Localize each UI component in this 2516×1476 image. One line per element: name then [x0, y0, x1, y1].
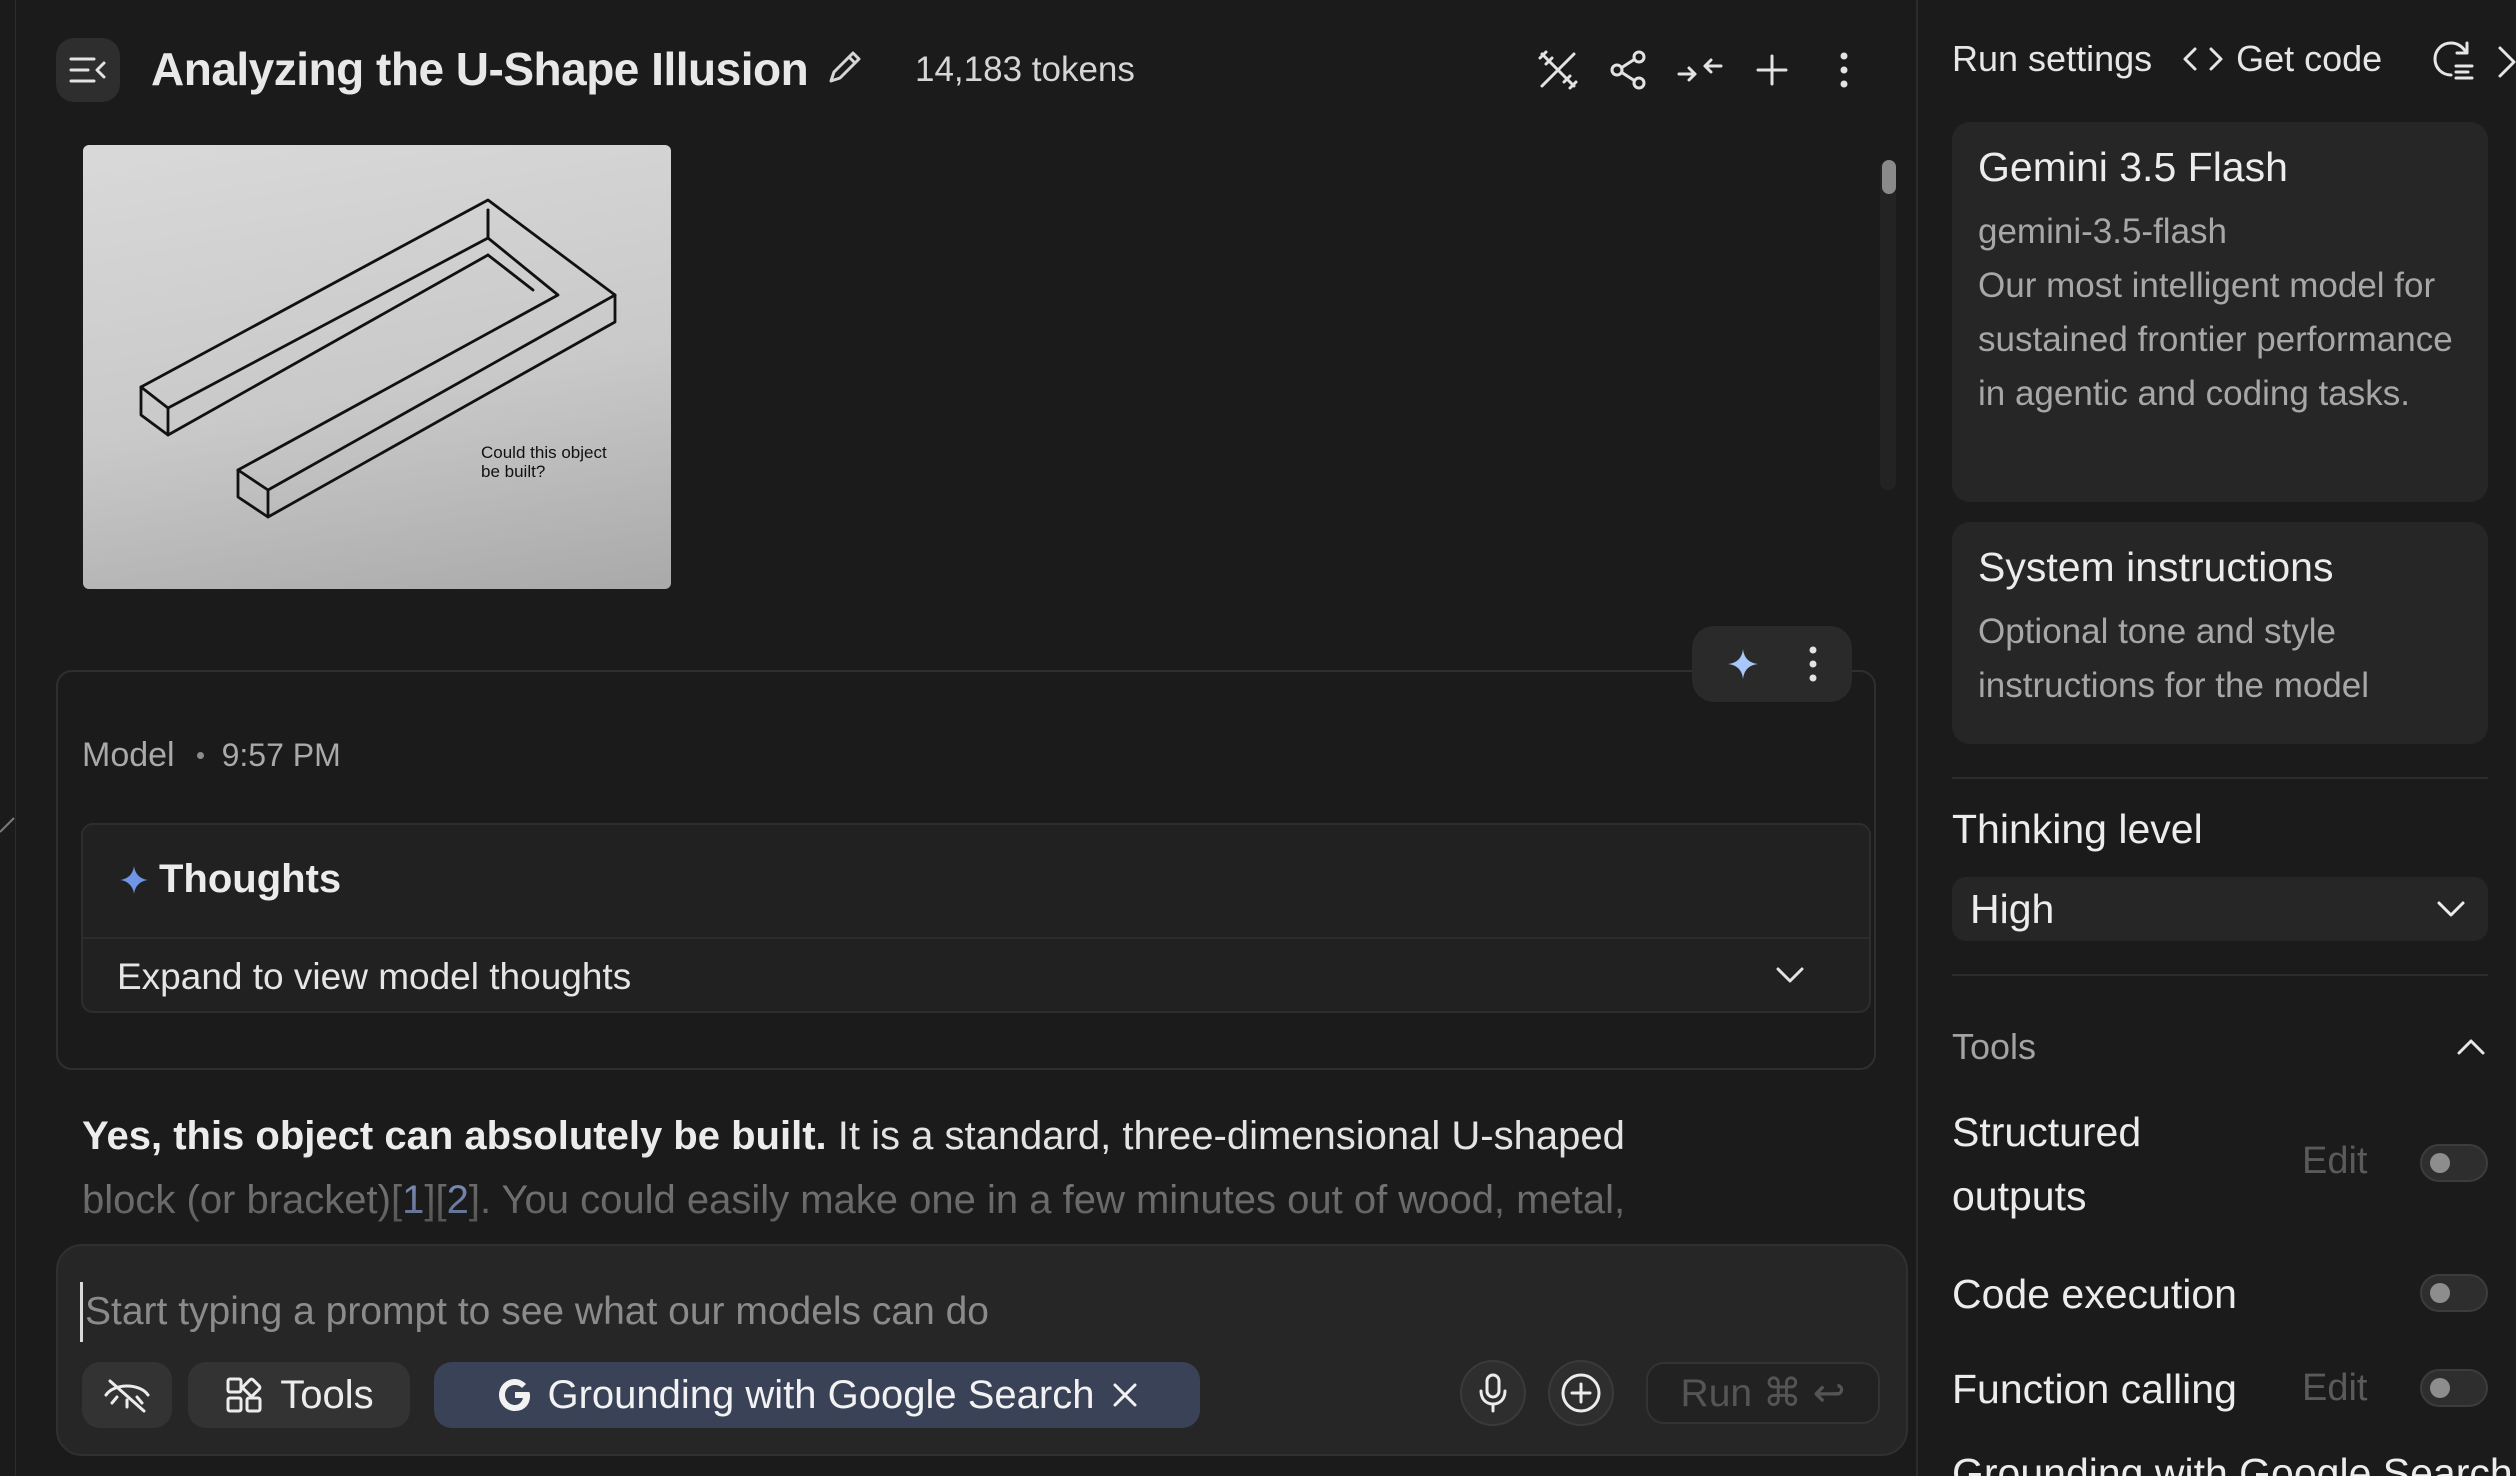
grounding-label: Grounding with Google Search: [547, 1372, 1095, 1417]
share-icon: [1610, 50, 1646, 90]
tool-label: Function calling: [1952, 1366, 2237, 1412]
divider: [83, 937, 1869, 939]
close-icon[interactable]: [1109, 1379, 1141, 1411]
more-vertical-icon[interactable]: [1807, 644, 1819, 684]
collapse-menu-button[interactable]: [56, 38, 120, 102]
more-vertical-icon: [1840, 52, 1848, 88]
reset-settings-icon[interactable]: [2430, 38, 2476, 84]
function-calling-toggle[interactable]: [2420, 1369, 2488, 1407]
prompt-composer: Tools Grounding with Google Search: [56, 1244, 1908, 1456]
left-gutter: [0, 0, 16, 1476]
compress-button[interactable]: [1672, 42, 1728, 98]
collapse-menu-icon: [69, 57, 106, 83]
attached-image[interactable]: Could this object be built?: [83, 145, 671, 589]
tool-structured-outputs: Structured outputs Edit: [1952, 1100, 2488, 1230]
system-instructions-title: System instructions: [1978, 544, 2334, 590]
new-chat-button[interactable]: [1744, 42, 1800, 98]
chevron-down-icon: [2437, 901, 2465, 917]
sparkle-icon: [120, 865, 148, 894]
plus-icon: [1756, 54, 1788, 86]
add-media-button[interactable]: [1548, 1360, 1614, 1426]
expand-thoughts-label[interactable]: Expand to view model thoughts: [117, 956, 631, 998]
chevron-up-icon: [2457, 1039, 2485, 1055]
add-circle-icon: [1561, 1373, 1601, 1413]
code-icon: [2183, 47, 2223, 71]
message-time: 9:57 PM: [221, 737, 341, 773]
model-description: Our most intelligent model for sustained…: [1978, 266, 2453, 413]
answer-rest: It is a standard, three-dimensional U-sh…: [826, 1114, 1625, 1158]
tools-grid-icon: [226, 1377, 262, 1413]
share-button[interactable]: [1600, 42, 1656, 98]
chat-main: Analyzing the U-Shape Illusion 14,183 to…: [16, 0, 1916, 1476]
message-actions: [1692, 626, 1852, 702]
code-execution-toggle[interactable]: [2420, 1274, 2488, 1312]
chevron-right-icon[interactable]: [2496, 42, 2516, 82]
tools-button[interactable]: Tools: [188, 1362, 410, 1428]
run-settings-title: Run settings: [1952, 38, 2153, 79]
microphone-button[interactable]: [1460, 1360, 1526, 1426]
thoughts-panel[interactable]: Thoughts Expand to view model thoughts: [81, 823, 1871, 1013]
u-shape-sketch: [139, 198, 617, 519]
tool-label: Structured outputs: [1952, 1109, 2142, 1219]
tools-section-title: Tools: [1952, 1026, 2037, 1067]
thinking-level-value: High: [1970, 885, 2055, 932]
run-settings-panel: Run settings Get code Gemini 3.5 Flash g…: [1916, 0, 2516, 1476]
resize-handle-icon[interactable]: [0, 812, 16, 834]
tools-label: Tools: [280, 1372, 374, 1417]
pencil-icon: [829, 51, 861, 83]
compare-button[interactable]: [1530, 42, 1586, 98]
model-name: Gemini 3.5 Flash: [1978, 144, 2288, 190]
chevron-down-icon[interactable]: [1773, 963, 1807, 987]
model-selector-card[interactable]: Gemini 3.5 Flash gemini-3.5-flash Our mo…: [1952, 122, 2488, 502]
thinking-level-label: Thinking level: [1952, 806, 2203, 852]
answer-fragment: block (or bracket): [82, 1178, 391, 1222]
run-button[interactable]: Run ⌘ ↩: [1646, 1362, 1880, 1424]
google-g-icon: [498, 1379, 530, 1411]
thoughts-header: Thoughts: [117, 857, 341, 902]
message-meta: Model 9:57 PM: [82, 736, 341, 775]
system-instructions-card[interactable]: System instructions Optional tone and st…: [1952, 522, 2488, 744]
divider: [1952, 974, 2488, 976]
tool-function-calling: Function calling Edit: [1952, 1357, 2488, 1421]
model-answer-text: Yes, this object can absolutely be built…: [82, 1104, 1882, 1232]
answer-bold: Yes, this object can absolutely be built…: [82, 1114, 827, 1158]
divider: [1952, 777, 2488, 779]
edit-title-button[interactable]: [824, 46, 866, 88]
citation-link[interactable]: 1: [402, 1178, 424, 1222]
token-count: 14,183 tokens: [915, 50, 1135, 89]
tool-label: Code execution: [1952, 1271, 2237, 1317]
sparkle-icon[interactable]: [1726, 647, 1760, 681]
edit-button[interactable]: Edit: [2302, 1140, 2367, 1183]
top-bar: Analyzing the U-Shape Illusion 14,183 to…: [16, 0, 1916, 140]
compare-icon: [1538, 50, 1578, 90]
chat-scrollbar[interactable]: [1880, 160, 1896, 490]
image-caption: Could this object be built?: [481, 443, 607, 481]
scrollbar-thumb[interactable]: [1882, 160, 1896, 194]
eye-off-icon: [104, 1379, 150, 1413]
thinking-level-select[interactable]: High: [1952, 877, 2488, 941]
tools-section-header[interactable]: Tools: [1952, 1026, 2488, 1068]
grounding-search-chip[interactable]: Grounding with Google Search: [434, 1362, 1200, 1428]
thoughts-title: Thoughts: [159, 857, 342, 901]
get-code-button[interactable]: Get code: [2236, 38, 2382, 80]
more-options-button[interactable]: [1816, 42, 1872, 98]
structured-outputs-toggle[interactable]: [2420, 1144, 2488, 1182]
prompt-input[interactable]: [80, 1282, 1860, 1342]
system-instructions-desc: Optional tone and style instructions for…: [1978, 612, 2370, 705]
tool-grounding-partial: Grounding with Google Search: [1952, 1450, 2513, 1476]
meta-dot: [196, 752, 204, 759]
citation-link[interactable]: 2: [447, 1178, 469, 1222]
answer-line-1: Yes, this object can absolutely be built…: [82, 1104, 1882, 1168]
run-settings-header: Run settings Get code: [1952, 38, 2382, 80]
model-id: gemini-3.5-flash: [1978, 212, 2227, 251]
answer-line-2: block (or bracket)[1][2]. You could easi…: [82, 1178, 1626, 1222]
compress-icon: [1677, 58, 1723, 82]
tool-code-execution: Code execution: [1952, 1262, 2488, 1326]
visibility-toggle-button[interactable]: [82, 1362, 172, 1428]
answer-fragment: . You could easily make one in a few min…: [479, 1178, 1626, 1222]
page-title: Analyzing the U-Shape Illusion: [151, 43, 809, 95]
edit-button[interactable]: Edit: [2302, 1367, 2367, 1410]
message-role: Model: [82, 736, 175, 774]
microphone-icon: [1479, 1373, 1507, 1413]
